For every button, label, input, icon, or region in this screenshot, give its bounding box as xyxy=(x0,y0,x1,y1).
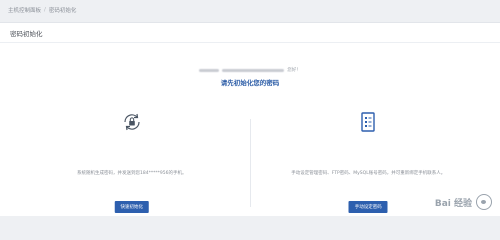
page-headline: 请先初始化您的密码 xyxy=(220,79,280,87)
breadcrumb-home-link[interactable]: 主机控制面板 xyxy=(8,6,41,14)
document-form-icon xyxy=(361,112,375,132)
quick-init-button[interactable]: 快速初始化 xyxy=(114,201,149,213)
paw-logo-icon xyxy=(476,194,492,210)
watermark-text: Bai 经验 xyxy=(434,198,472,209)
blurred-username xyxy=(199,68,220,72)
blurred-account-id xyxy=(222,68,285,72)
card-title: 密码初始化 xyxy=(0,23,500,43)
account-greeting: 您好！ xyxy=(0,67,500,73)
quick-init-description: 系统随机生成密码，并发送到您184*****956的手机。 xyxy=(77,171,187,176)
greeting-suffix: 您好！ xyxy=(287,68,301,73)
manual-init-description: 手动设定管理密码、FTP密码、MySQL账号密码，并可重新绑定手机联系人。 xyxy=(291,171,446,176)
quick-init-option: 系统随机生成密码，并发送到您184*****956的手机。 快速初始化 xyxy=(14,111,250,213)
breadcrumb-separator: / xyxy=(44,7,46,13)
lock-refresh-icon xyxy=(124,113,140,131)
baidu-jingyan-watermark: Bai 经验 xyxy=(435,194,492,210)
password-init-card: 密码初始化 您好！ 请先初始化您的密码 系统随机生成密码，并发送到您184***… xyxy=(0,22,500,216)
manual-init-button[interactable]: 手动设定密码 xyxy=(348,201,388,213)
init-options: 系统随机生成密码，并发送到您184*****956的手机。 快速初始化 手动设定… xyxy=(14,111,486,213)
breadcrumb: 主机控制面板 / 密码初始化 xyxy=(0,0,500,20)
breadcrumb-current: 密码初始化 xyxy=(48,8,77,14)
